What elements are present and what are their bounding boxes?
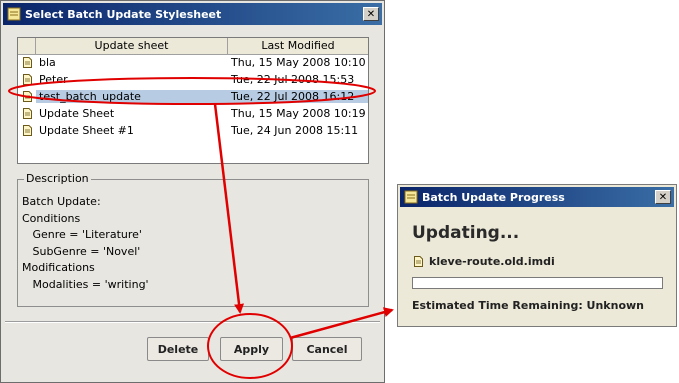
update-sheet-table: Update sheet Last Modified bla Thu, 15 Ma… xyxy=(17,37,369,164)
dialog-title: Select Batch Update Stylesheet xyxy=(25,7,222,21)
description-line: SubGenre = 'Novel' xyxy=(22,244,141,258)
last-modified-cell: Tue, 22 Jul 2008 16:12 xyxy=(228,90,368,103)
progress-title-bar[interactable]: Batch Update Progress ✕ xyxy=(400,187,674,207)
column-header-last-modified[interactable]: Last Modified xyxy=(228,38,368,54)
table-row[interactable]: test_batch_update Tue, 22 Jul 2008 16:12 xyxy=(18,88,368,105)
progress-bar xyxy=(412,277,663,289)
sheet-name-cell: Peter xyxy=(39,73,68,86)
document-icon xyxy=(414,256,423,267)
close-icon[interactable]: ✕ xyxy=(655,190,671,204)
last-modified-cell: Thu, 15 May 2008 10:19 xyxy=(231,107,366,120)
cancel-button[interactable]: Cancel xyxy=(292,337,362,361)
close-icon[interactable]: ✕ xyxy=(363,7,379,21)
progress-heading: Updating... xyxy=(412,223,520,243)
last-modified-cell: Tue, 24 Jun 2008 15:11 xyxy=(231,124,359,137)
description-panel: Description Batch Update: Conditions Genr… xyxy=(17,172,369,307)
divider xyxy=(5,321,380,323)
row-icon-cell xyxy=(18,74,36,85)
last-modified-cell: Tue, 22 Jul 2008 15:53 xyxy=(231,73,355,86)
apply-button[interactable]: Apply xyxy=(220,337,283,361)
row-icon-cell xyxy=(18,91,36,102)
row-icon-cell xyxy=(18,108,36,119)
table-body: bla Thu, 15 May 2008 10:10 Peter Tue, 22 Ju… xyxy=(18,54,368,139)
description-line: Modalities = 'writing' xyxy=(22,277,149,291)
table-row[interactable]: Update Sheet Thu, 15 May 2008 10:19 xyxy=(18,105,368,122)
last-modified-cell: Thu, 15 May 2008 10:10 xyxy=(231,56,366,69)
table-row[interactable]: Peter Tue, 22 Jul 2008 15:53 xyxy=(18,71,368,88)
sheet-name-cell: bla xyxy=(39,56,56,69)
description-line: Batch Update: xyxy=(22,195,101,208)
current-file: kleve-route.old.imdi xyxy=(414,255,555,268)
estimated-time-remaining: Estimated Time Remaining: Unknown xyxy=(412,299,645,312)
document-icon xyxy=(22,91,32,102)
description-text: Batch Update: Conditions Genre = 'Literat… xyxy=(22,194,149,293)
progress-title: Batch Update Progress xyxy=(422,190,565,204)
description-line: Modifications xyxy=(22,261,95,274)
document-icon xyxy=(22,57,32,68)
column-header-update-sheet[interactable]: Update sheet xyxy=(36,38,228,54)
dialog-title-bar[interactable]: Select Batch Update Stylesheet ✕ xyxy=(3,3,382,25)
document-icon xyxy=(22,125,32,136)
sheet-name-cell: test_batch_update xyxy=(36,90,228,103)
row-icon-cell xyxy=(18,125,36,136)
document-icon xyxy=(22,74,32,85)
app-icon xyxy=(404,190,418,204)
description-line: Genre = 'Literature' xyxy=(22,228,142,241)
select-stylesheet-dialog: Select Batch Update Stylesheet ✕ Update … xyxy=(0,0,385,383)
batch-update-progress-dialog: Batch Update Progress ✕ Updating... klev… xyxy=(397,184,677,327)
delete-button[interactable]: Delete xyxy=(147,337,209,361)
app-icon xyxy=(7,7,21,21)
row-icon-cell xyxy=(18,57,36,68)
description-legend: Description xyxy=(24,172,91,185)
table-row[interactable]: Update Sheet #1 Tue, 24 Jun 2008 15:11 xyxy=(18,122,368,139)
sheet-name-cell: Update Sheet #1 xyxy=(39,124,134,137)
icon-column-header xyxy=(18,38,36,54)
table-header: Update sheet Last Modified xyxy=(18,38,368,55)
document-icon xyxy=(22,108,32,119)
table-row[interactable]: bla Thu, 15 May 2008 10:10 xyxy=(18,54,368,71)
sheet-name-cell: Update Sheet xyxy=(39,107,115,120)
current-file-name: kleve-route.old.imdi xyxy=(429,255,555,268)
description-line: Conditions xyxy=(22,211,81,225)
